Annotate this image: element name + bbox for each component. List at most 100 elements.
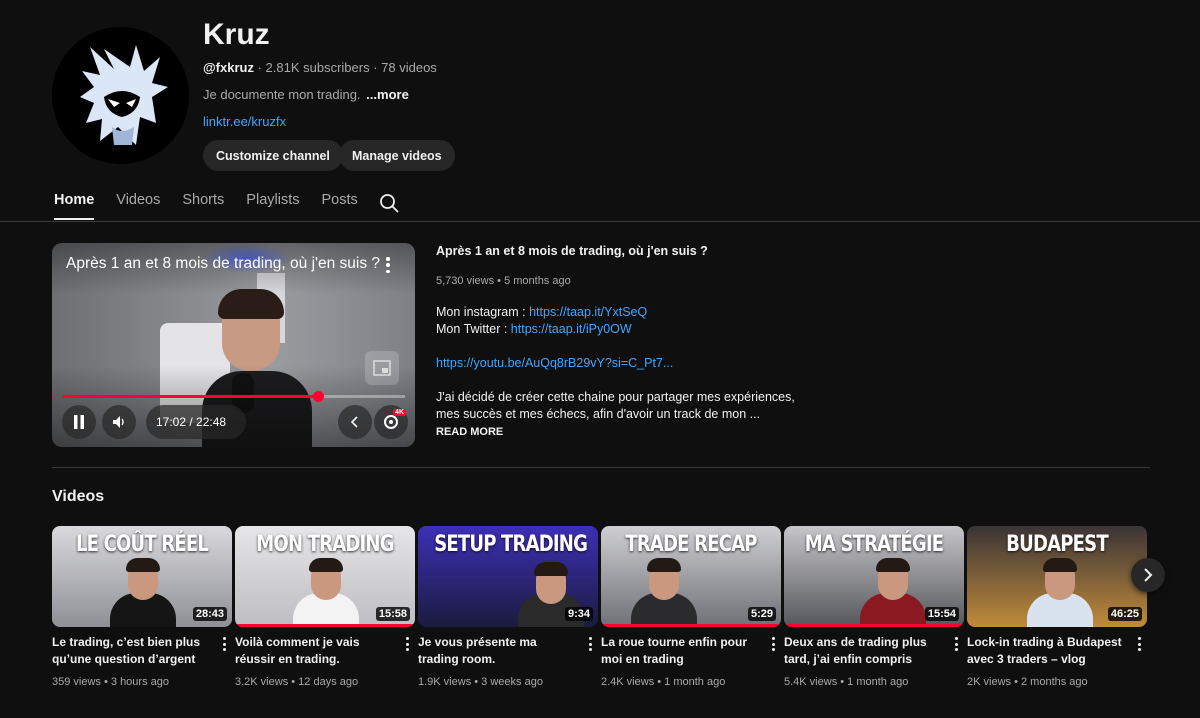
channel-handle: @fxkruz [203, 60, 254, 75]
watch-progress-fill [235, 624, 415, 627]
featured-age: 5 months ago [504, 275, 571, 287]
tab-posts[interactable]: Posts [321, 192, 357, 220]
thumbnail-text: MA STRATÉGIE [804, 532, 944, 557]
video-thumbnail[interactable]: BUDAPEST 46:25 [967, 526, 1147, 627]
pause-button[interactable] [62, 405, 96, 439]
thumbnail-hair [534, 562, 568, 576]
video-meta: 2.4K views • 1 month ago [601, 676, 725, 688]
channel-avatar[interactable] [52, 27, 189, 164]
progress-bar[interactable] [62, 391, 405, 402]
more-vert-icon[interactable] [381, 255, 395, 275]
video-title[interactable]: La roue tourne enfin pour moi en trading [601, 634, 761, 668]
channel-meta: @fxkruz · 2.81K subscribers · 78 videos [203, 60, 437, 75]
video-age: 3 hours ago [110, 676, 169, 688]
duration-badge: 5:29 [747, 607, 776, 621]
watch-progress [235, 624, 415, 627]
duration-badge: 9:34 [564, 607, 593, 621]
featured-video-title[interactable]: Après 1 an et 8 mois de trading, où j'en… [436, 244, 708, 258]
videos-shelf-title[interactable]: Videos [52, 488, 104, 506]
video-views: 1.9K views [418, 676, 472, 688]
thumbnail-hair [647, 558, 681, 572]
meta-separator: · [253, 60, 266, 75]
video-meta: 5.4K views • 1 month ago [784, 676, 908, 688]
customize-channel-button[interactable]: Customize channel [203, 140, 343, 171]
meta-separator: • [100, 676, 111, 688]
description-line-1: J'ai décidé de créer cette chaine pour p… [436, 390, 795, 404]
video-card[interactable]: MA STRATÉGIE 15:54 Deux ans de trading p… [784, 526, 964, 688]
thumbnail-text: TRADE RECAP [625, 532, 757, 557]
duration-badge: 46:25 [1107, 607, 1142, 621]
video-card[interactable]: MON TRADING 15:58 Voilà comment je vais … [235, 526, 415, 688]
video-title[interactable]: Deux ans de trading plus tard, j’ai enfi… [784, 634, 944, 668]
channel-description[interactable]: Je documente mon trading. ...more [203, 87, 409, 102]
video-title[interactable]: Lock-in trading à Budapest avec 3 trader… [967, 634, 1127, 668]
player-overlay-title[interactable]: Après 1 an et 8 mois de trading, où j'en… [66, 255, 380, 273]
progress-bar-fill [62, 395, 319, 398]
thumbnail-text: MON TRADING [256, 532, 394, 557]
video-thumbnail[interactable]: LE COÛT RÉEL 28:43 [52, 526, 232, 627]
read-more-link[interactable]: READ MORE [436, 426, 503, 438]
video-card[interactable]: TRADE RECAP 5:29 La roue tourne enfin po… [601, 526, 781, 688]
instagram-label: Mon instagram : [436, 305, 530, 319]
thumbnail-text: LE COÛT RÉEL [75, 532, 209, 557]
video-title[interactable]: Voilà comment je vais réussir en trading… [235, 634, 395, 668]
pause-icon [74, 415, 84, 429]
video-thumbnail[interactable]: MA STRATÉGIE 15:54 [784, 526, 964, 627]
tab-shorts[interactable]: Shorts [182, 192, 224, 220]
duration-badge: 15:54 [924, 607, 959, 621]
tab-videos[interactable]: Videos [116, 192, 160, 220]
thumbnail-text: BUDAPEST [1006, 532, 1108, 557]
video-thumbnail[interactable]: MON TRADING 15:58 [235, 526, 415, 627]
volume-button[interactable] [102, 405, 136, 439]
settings-quality-button[interactable]: 4K [374, 405, 408, 439]
tab-playlists[interactable]: Playlists [246, 192, 299, 220]
video-meta: 2K views • 2 months ago [967, 676, 1088, 688]
more-link[interactable]: ...more [366, 87, 409, 102]
twitter-link[interactable]: https://taap.it/iPy0OW [511, 322, 632, 336]
video-card[interactable]: BUDAPEST 46:25 Lock-in trading à Budapes… [967, 526, 1147, 688]
channel-link[interactable]: linktr.ee/kruzfx [203, 114, 286, 129]
watch-progress [784, 624, 964, 627]
meta-separator: • [837, 676, 848, 688]
volume-icon [113, 416, 124, 428]
duration-badge: 15:58 [375, 607, 410, 621]
meta-separator: · [369, 60, 382, 75]
more-vert-icon[interactable] [584, 636, 596, 652]
video-thumbnail[interactable]: TRADE RECAP 5:29 [601, 526, 781, 627]
duration-badge: 28:43 [192, 607, 227, 621]
thumbnail-text: SETUP TRADING [434, 532, 588, 557]
featured-video-player[interactable]: Après 1 an et 8 mois de trading, où j'en… [52, 243, 415, 447]
subscriber-count: 2.81K subscribers [265, 60, 370, 75]
channel-name: Kruz [203, 18, 270, 51]
more-vert-icon[interactable] [950, 636, 962, 652]
meta-separator: • [654, 676, 665, 688]
miniplayer-icon[interactable] [365, 351, 399, 385]
quality-badge: 4K [393, 409, 406, 416]
description-line-2: mes succès et mes échecs, afin d'avoir u… [436, 407, 761, 421]
more-vert-icon[interactable] [767, 636, 779, 652]
meta-separator: • [471, 676, 482, 688]
video-thumbnail[interactable]: SETUP TRADING 9:34 [418, 526, 598, 627]
video-title[interactable]: Je vous présente ma trading room. [418, 634, 578, 668]
youtube-link[interactable]: https://youtu.be/AuQq8rB29vY?si=C_Pt7... [436, 356, 673, 370]
more-vert-icon[interactable] [218, 636, 230, 652]
featured-video-stats: 5,730 views • 5 months ago [436, 275, 571, 287]
video-card[interactable]: LE COÛT RÉEL 28:43 Le trading, c’est bie… [52, 526, 232, 688]
videos-shelf: LE COÛT RÉEL 28:43 Le trading, c’est bie… [52, 526, 1148, 696]
instagram-link[interactable]: https://taap.it/YxtSeQ [529, 305, 647, 319]
video-age: 1 month ago [847, 676, 909, 688]
video-title[interactable]: Le trading, c’est bien plus qu’une quest… [52, 634, 212, 668]
chevron-left-icon[interactable] [338, 405, 372, 439]
search-icon[interactable] [379, 193, 399, 213]
section-divider [52, 467, 1150, 468]
manage-videos-button[interactable]: Manage videos [339, 140, 455, 171]
more-vert-icon[interactable] [1133, 636, 1145, 652]
video-age: 2 months ago [1021, 676, 1088, 688]
tab-home[interactable]: Home [54, 192, 95, 220]
more-vert-icon[interactable] [401, 636, 413, 652]
video-views: 3.2K views [235, 676, 289, 688]
video-card[interactable]: SETUP TRADING 9:34 Je vous présente ma t… [418, 526, 598, 688]
video-count: 78 videos [381, 60, 437, 75]
featured-video-description: Mon instagram : https://taap.it/YxtSeQ M… [436, 304, 796, 423]
shelf-next-button[interactable] [1131, 558, 1165, 592]
